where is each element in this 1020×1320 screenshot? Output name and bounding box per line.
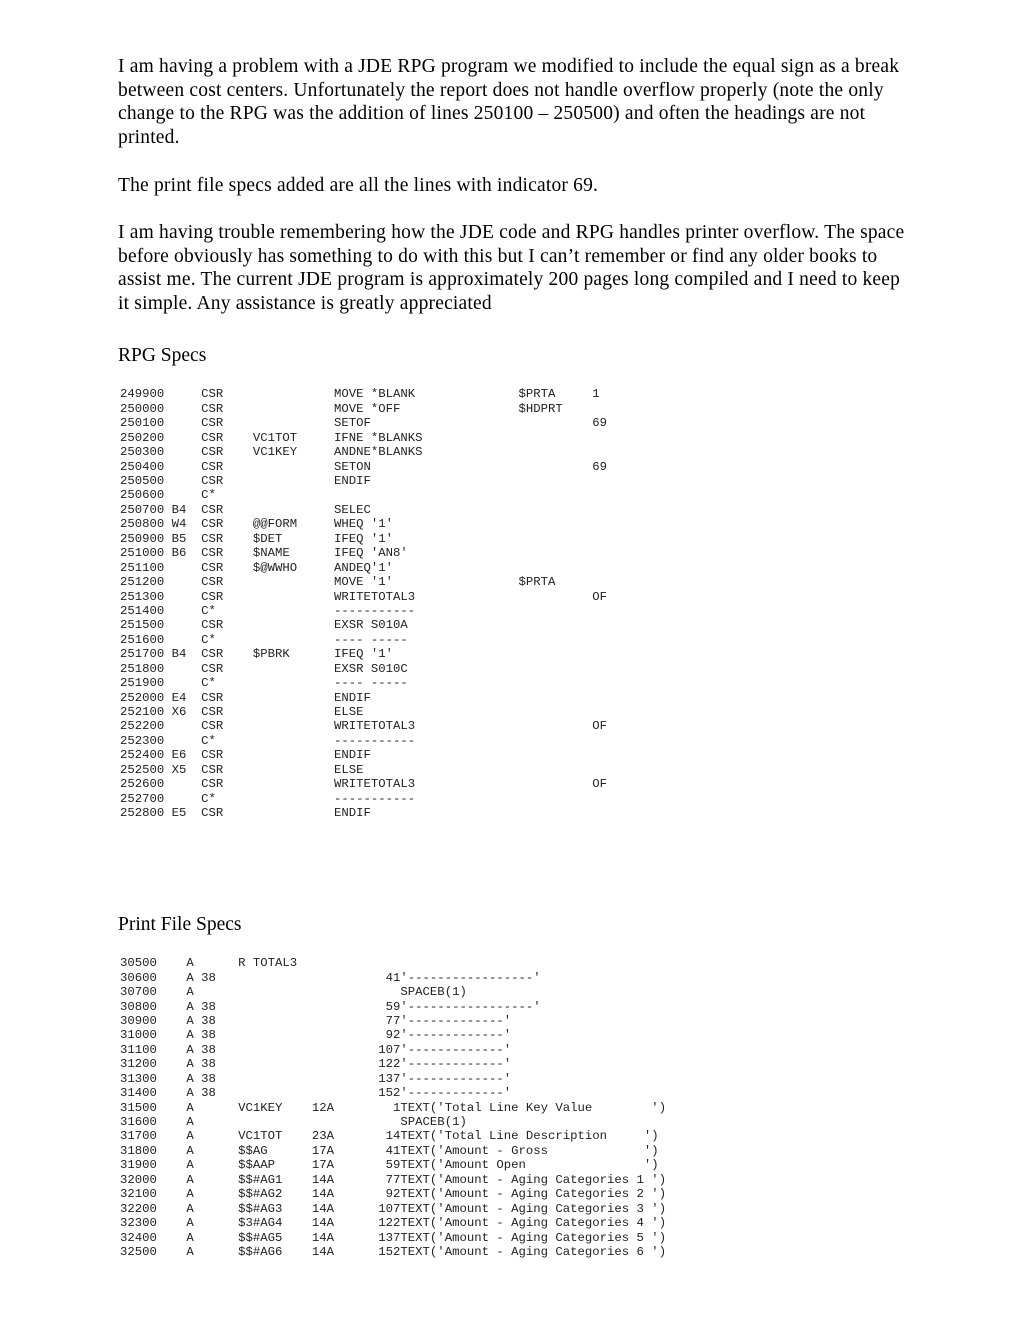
dds-code-line: 31600 A SPACEB(1): [120, 1115, 467, 1130]
heading-spacer: [118, 367, 910, 387]
rpg-code-line: 251900 C* ---- -----: [120, 676, 408, 691]
rpg-code-line: 249900 CSR MOVE *BLANK $PRTA 1: [120, 387, 600, 402]
rpg-code-line: 251800 CSR EXSR S010C: [120, 661, 408, 676]
dds-code-line: 32100 A $$#AG2 14A 92TEXT('Amount - Agin…: [120, 1187, 667, 1202]
dds-code-line: 31700 A VC1TOT 23A 14TEXT('Total Line De…: [120, 1129, 659, 1144]
rpg-code-line: 250300 CSR VC1KEY ANDNE*BLANKS: [120, 445, 423, 460]
dds-code-line: 31200 A 38 122'-------------': [120, 1057, 512, 1072]
rpg-code-line: 251100 CSR $@WWHO ANDEQ'1': [120, 560, 394, 575]
dds-code-line: 32000 A $$#AG1 14A 77TEXT('Amount - Agin…: [120, 1172, 667, 1187]
heading-spacer: [118, 936, 910, 956]
dds-code-line: 31400 A 38 152'-------------': [120, 1086, 512, 1101]
rpg-code-line: 252500 X5 CSR ELSE: [120, 762, 364, 777]
dds-code-line: 31100 A 38 107'-------------': [120, 1042, 512, 1057]
dds-code-line: 31000 A 38 92'-------------': [120, 1028, 512, 1043]
paragraph-problem-statement: I am having a problem with a JDE RPG pro…: [118, 56, 900, 149]
dds-code-line: 30600 A 38 41'-----------------': [120, 970, 541, 985]
paragraph-indicator-note: The print file specs added are all the l…: [118, 174, 599, 196]
rpg-code-line: 250100 CSR SETOF 69: [120, 416, 608, 431]
rpg-code-line: 250500 CSR ENDIF: [120, 474, 371, 489]
rpg-code-line: 251600 C* ---- -----: [120, 632, 408, 647]
dds-code-line: 30800 A 38 59'-----------------': [120, 999, 541, 1014]
dds-code-line: 30900 A 38 77'-------------': [120, 1013, 512, 1028]
dds-code-line: 30700 A SPACEB(1): [120, 985, 467, 1000]
dds-code-line: 31300 A 38 137'-------------': [120, 1071, 512, 1086]
rpg-code-line: 251500 CSR EXSR S010A: [120, 618, 408, 633]
rpg-code-line: 250200 CSR VC1TOT IFNE *BLANKS: [120, 430, 423, 445]
rpg-code-line: 252100 X6 CSR ELSE: [120, 705, 364, 720]
rpg-code-line: 251000 B6 CSR $NAME IFEQ 'AN8': [120, 546, 408, 561]
heading-print-file-specs: Print File Specs: [118, 913, 242, 935]
dds-code-line: 32300 A $3#AG4 14A 122TEXT('Amount - Agi…: [120, 1216, 667, 1231]
rpg-code-line: 250800 W4 CSR @@FORM WHEQ '1': [120, 517, 394, 532]
rpg-code-line: 250600 C*: [120, 488, 216, 503]
dds-code-line: 31900 A $$AAP 17A 59TEXT('Amount Open '): [120, 1158, 659, 1173]
rpg-code-line: 250400 CSR SETON 69: [120, 459, 608, 474]
paragraph-overflow-question: I am having trouble remembering how the …: [118, 221, 905, 314]
dds-code-line: 32200 A $$#AG3 14A 107TEXT('Amount - Agi…: [120, 1201, 667, 1216]
rpg-code-line: 252200 CSR WRITETOTAL3 OF: [120, 719, 608, 734]
rpg-code-line: 250900 B5 CSR $DET IFEQ '1': [120, 531, 394, 546]
rpg-code-line: 251200 CSR MOVE '1' $PRTA: [120, 575, 556, 590]
rpg-code-line: 251300 CSR WRITETOTAL3 OF: [120, 589, 608, 604]
rpg-specs-code-listing: 249900 CSR MOVE *BLANK $PRTA 1 250000 CSR…: [118, 387, 910, 820]
dds-code-line: 32400 A $$#AG5 14A 137TEXT('Amount - Agi…: [120, 1230, 667, 1245]
rpg-code-line: 252600 CSR WRITETOTAL3 OF: [120, 777, 608, 792]
rpg-code-line: 250700 B4 CSR SELEC: [120, 502, 371, 517]
rpg-code-line: 252400 E6 CSR ENDIF: [120, 748, 371, 763]
rpg-code-line: 252300 C* -----------: [120, 733, 416, 748]
rpg-code-line: 252000 E4 CSR ENDIF: [120, 690, 371, 705]
rpg-code-line: 250000 CSR MOVE *OFF $HDPRT: [120, 401, 563, 416]
dds-code-line: 31500 A VC1KEY 12A 1TEXT('Total Line Key…: [120, 1100, 667, 1115]
dds-code-line: 30500 A R TOTAL3: [120, 956, 298, 971]
dds-code-line: 31800 A $$AG 17A 41TEXT('Amount - Gross …: [120, 1143, 659, 1158]
document-page: I am having a problem with a JDE RPG pro…: [0, 0, 1020, 1320]
heading-rpg-specs: RPG Specs: [118, 344, 207, 366]
rpg-code-line: 251700 B4 CSR $PBRK IFEQ '1': [120, 647, 394, 662]
rpg-code-line: 252800 E5 CSR ENDIF: [120, 806, 371, 821]
rpg-code-line: 251400 C* -----------: [120, 603, 416, 618]
dds-code-line: 32500 A $$#AG6 14A 152TEXT('Amount - Agi…: [120, 1244, 667, 1259]
rpg-code-line: 252700 C* -----------: [120, 791, 416, 806]
print-file-specs-code-listing: 30500 A R TOTAL3 30600 A 38 41'----------…: [118, 956, 910, 1259]
